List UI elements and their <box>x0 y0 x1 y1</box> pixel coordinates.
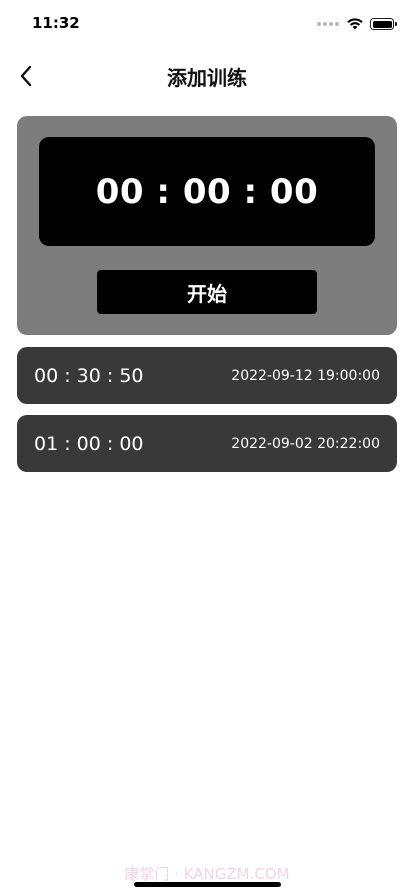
timer-card: 00 : 00 : 00 开始 <box>17 116 397 335</box>
history-duration: 00 : 30 : 50 <box>34 364 144 387</box>
timer-value: 00 : 00 : 00 <box>95 171 319 212</box>
history-row[interactable]: 00 : 30 : 50 2022-09-12 19:00:00 <box>17 347 397 404</box>
status-bar: 11:32 <box>0 0 414 48</box>
page-title: 添加训练 <box>167 66 247 90</box>
wifi-icon <box>347 18 363 30</box>
history-row[interactable]: 01 : 00 : 00 2022-09-02 20:22:00 <box>17 415 397 472</box>
watermark: 康掌门 · KANGZM.COM <box>124 865 290 883</box>
timer-display: 00 : 00 : 00 <box>39 137 375 246</box>
cellular-signal-icon <box>317 22 339 26</box>
history-datetime: 2022-09-12 19:00:00 <box>231 367 380 384</box>
status-icons <box>317 17 397 31</box>
nav-bar: 添加训练 <box>0 52 414 100</box>
start-button[interactable]: 开始 <box>97 270 317 314</box>
home-indicator <box>134 882 281 887</box>
battery-icon <box>370 18 397 30</box>
status-time: 11:32 <box>32 14 80 32</box>
screen: 11:32 添加训练 00 : 00 : 00 开始 00: 30: 50 … <box>0 0 414 896</box>
history-datetime: 2022-09-02 20:22:00 <box>231 435 380 452</box>
history-duration: 01 : 00 : 00 <box>34 432 144 455</box>
